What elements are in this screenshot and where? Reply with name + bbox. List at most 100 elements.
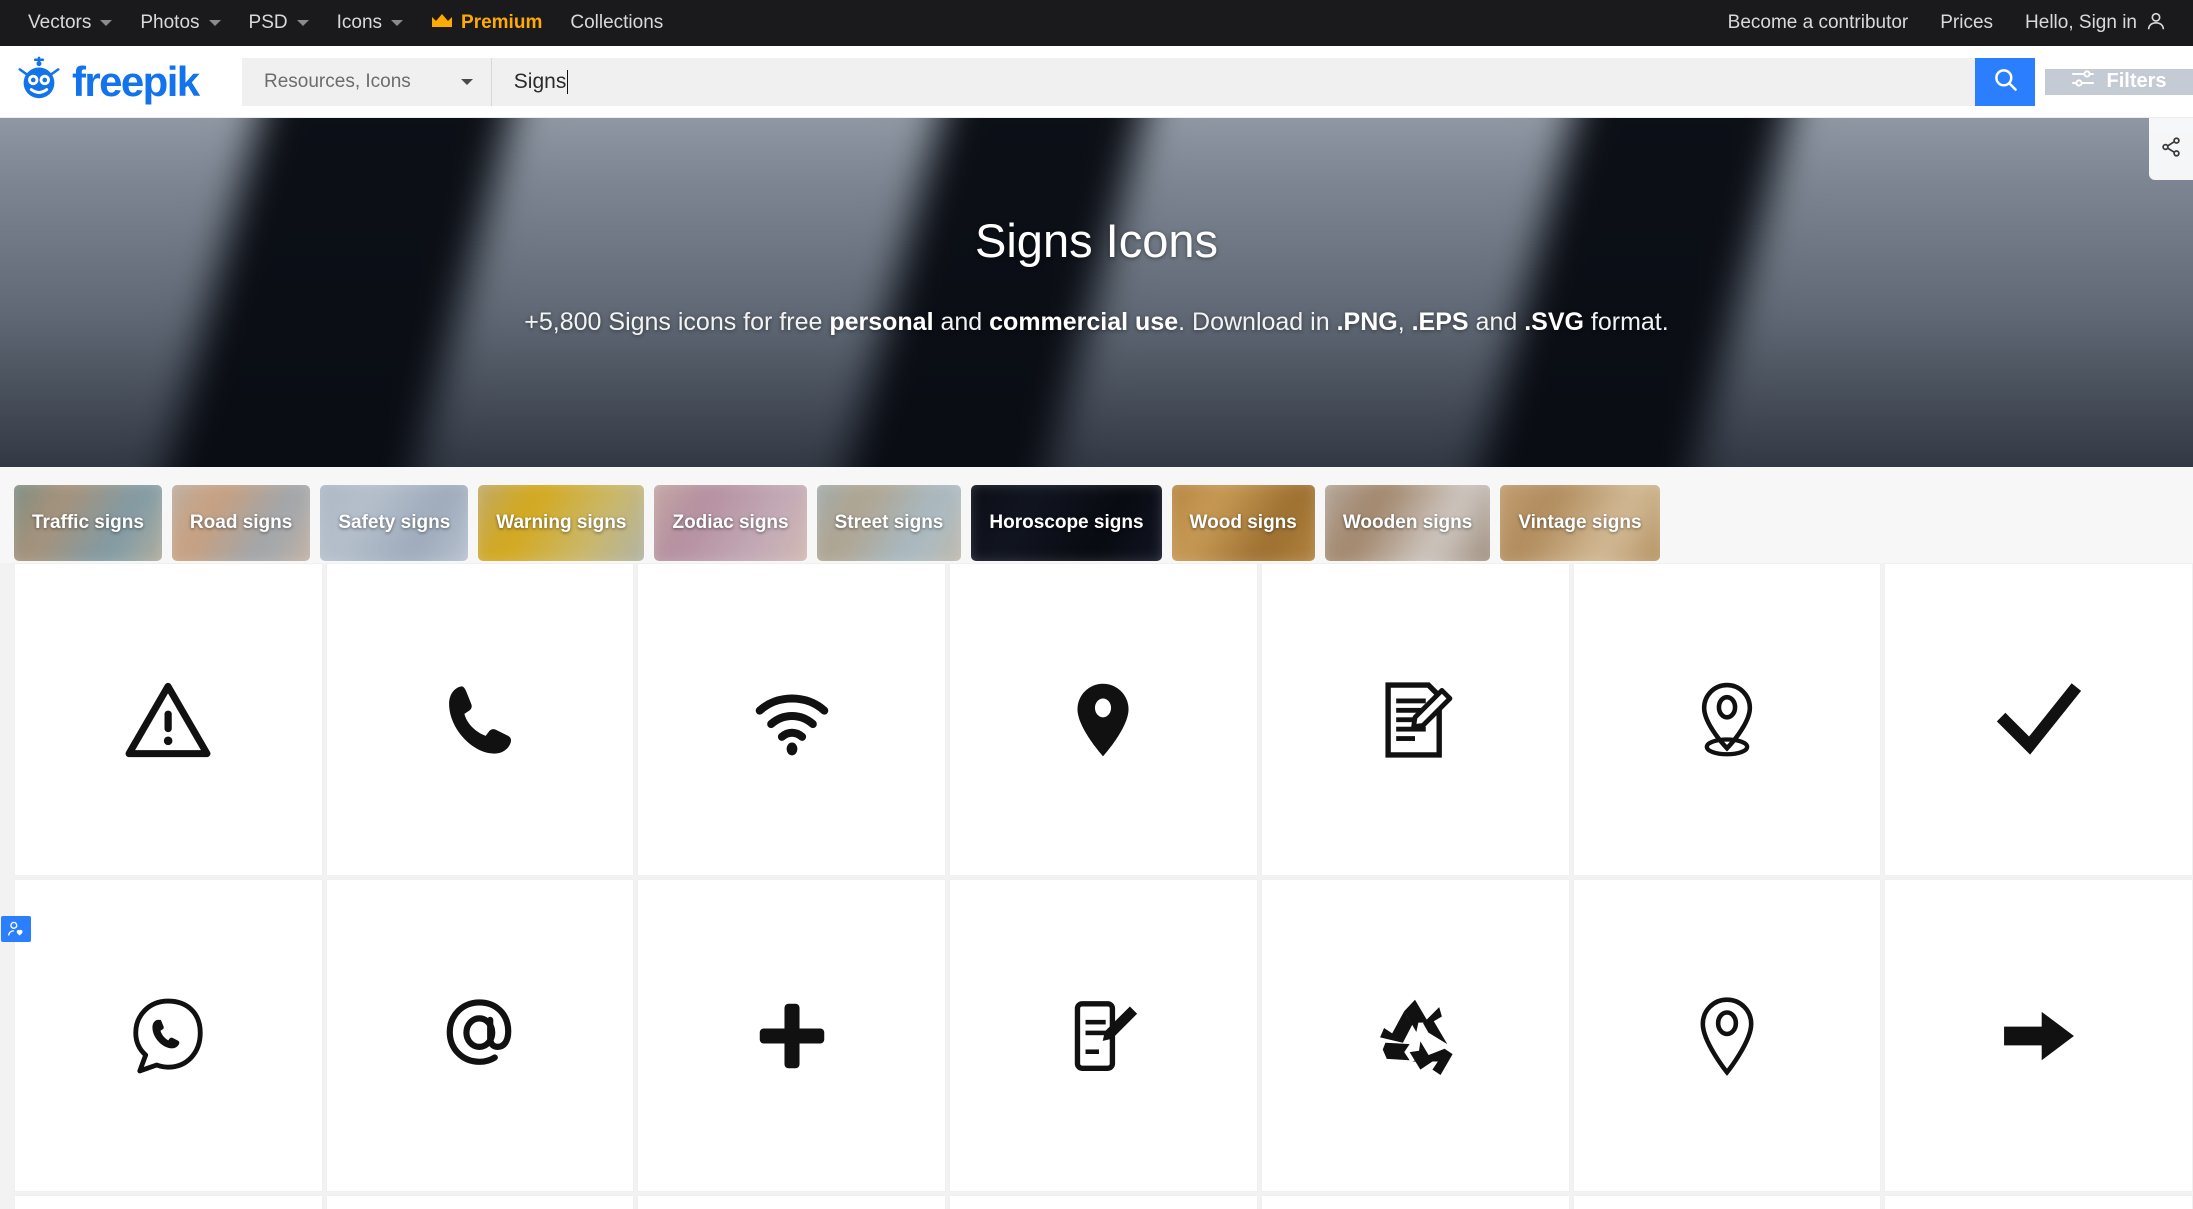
icon-card[interactable]	[1260, 563, 1570, 876]
chevron-down-icon	[460, 78, 473, 85]
sliders-icon	[2071, 69, 2095, 95]
category-chip-vintage-signs[interactable]: Vintage signs	[1500, 485, 1660, 561]
document-pen-icon	[1060, 993, 1146, 1079]
hero-subtitle-part: +5,800 Signs icons for free	[524, 308, 830, 336]
icon-card[interactable]	[949, 563, 1258, 876]
icon-card[interactable]	[949, 1195, 1258, 1209]
search-button[interactable]	[1975, 57, 2035, 106]
become-a-contributor-link[interactable]: Become a contributor	[1712, 12, 1925, 34]
category-chip-wood-signs[interactable]: Wood signs	[1171, 485, 1315, 561]
chip-label: Zodiac signs	[672, 512, 789, 533]
hero-subtitle-part: ,	[1397, 308, 1412, 336]
icon-card[interactable]	[325, 879, 635, 1192]
share-icon	[2160, 136, 2182, 163]
hero-subtitle-part: .SVG	[1524, 308, 1584, 336]
icon-card[interactable]	[949, 879, 1258, 1192]
filters-label: Filters	[2106, 70, 2167, 92]
chevron-down-icon	[296, 20, 309, 26]
nav-item-label: Icons	[336, 12, 383, 33]
nav-item-icons[interactable]: Icons	[323, 0, 417, 46]
phone-handset-icon	[437, 677, 523, 763]
search-input[interactable]: Signs	[491, 57, 1975, 106]
hero-subtitle-part: and	[1468, 308, 1525, 336]
nav-item-label: Premium	[461, 12, 543, 33]
sign-in-label: Hello, Sign in	[2025, 12, 2137, 33]
icon-card[interactable]	[1260, 1195, 1570, 1209]
icon-card[interactable]	[1572, 563, 1882, 876]
map-pin-outline-base-icon	[1684, 677, 1770, 763]
icon-card[interactable]	[637, 563, 947, 876]
user-icon	[2145, 10, 2167, 37]
icon-card[interactable]	[1884, 1195, 2193, 1209]
chevron-down-icon	[208, 20, 221, 26]
prices-link[interactable]: Prices	[1924, 12, 2009, 34]
nav-item-label: PSD	[248, 12, 288, 33]
text-cursor	[567, 69, 569, 94]
sign-in-button[interactable]: Hello, Sign in	[2009, 10, 2167, 37]
nav-item-vectors[interactable]: Vectors	[14, 0, 126, 46]
nav-item-premium[interactable]: Premium	[417, 0, 556, 46]
search-category-value: Resources, Icons	[264, 70, 411, 92]
chip-label: Horoscope signs	[989, 512, 1144, 533]
search-input-value: Signs	[513, 69, 567, 93]
hero-subtitle-part: format.	[1583, 308, 1669, 336]
chip-label: Wood signs	[1189, 512, 1297, 533]
nav-item-collections[interactable]: Collections	[556, 0, 677, 46]
nav-item-label: Photos	[140, 12, 200, 33]
search-category-dropdown[interactable]: Resources, Icons	[242, 57, 492, 106]
map-pin-filled-icon	[1060, 677, 1146, 763]
chevron-down-icon	[100, 20, 113, 26]
icon-card[interactable]	[325, 1195, 635, 1209]
chip-label: Traffic signs	[32, 512, 144, 533]
chip-label: Vintage signs	[1518, 512, 1642, 533]
chip-label: Safety signs	[338, 512, 451, 533]
category-chip-road-signs[interactable]: Road signs	[171, 485, 311, 561]
hero-subtitle-part: . Download in	[1178, 308, 1337, 336]
hero-subtitle-part: .PNG	[1336, 308, 1398, 336]
category-chip-traffic-signs[interactable]: Traffic signs	[14, 485, 162, 561]
category-chip-horoscope-signs[interactable]: Horoscope signs	[971, 485, 1162, 561]
freepik-logo-text: freepik	[72, 57, 200, 105]
filters-button[interactable]: Filters	[2045, 68, 2193, 95]
map-pin-outline-icon	[1684, 993, 1770, 1079]
chip-label: Street signs	[834, 512, 944, 533]
author-follow-icon[interactable]	[1, 916, 31, 942]
category-chip-zodiac-signs[interactable]: Zodiac signs	[654, 485, 807, 561]
icon-card[interactable]	[1884, 879, 2193, 1192]
nav-item-psd[interactable]: PSD	[235, 0, 323, 46]
hero-content: Signs Icons +5,800 Signs icons for free …	[0, 118, 2193, 467]
crown-icon	[431, 13, 453, 33]
icon-card[interactable]	[637, 879, 947, 1192]
icon-card[interactable]	[325, 563, 635, 876]
signed-document-icon	[1372, 677, 1458, 763]
category-chip-wooden-signs[interactable]: Wooden signs	[1324, 485, 1491, 561]
top-navigation-bar: Vectors Photos PSD Icons Premium Collect…	[0, 0, 2193, 46]
plus-icon	[749, 993, 835, 1079]
freepik-logo[interactable]: freepik	[14, 54, 226, 109]
nav-item-photos[interactable]: Photos	[126, 0, 234, 46]
icon-card[interactable]	[1, 879, 323, 1192]
chip-label: Wooden signs	[1342, 512, 1473, 533]
search-form: Resources, Icons Signs	[242, 57, 2035, 106]
icon-card[interactable]	[1572, 1195, 1882, 1209]
icon-card[interactable]	[637, 1195, 947, 1209]
recycle-icon	[1372, 993, 1458, 1079]
check-mark-icon	[1996, 677, 2082, 763]
top-nav-left-group: Vectors Photos PSD Icons Premium Collect…	[14, 0, 677, 46]
search-bar: freepik Resources, Icons Signs Filters	[0, 46, 2193, 118]
top-nav-right-group: Become a contributor Prices Hello, Sign …	[1712, 10, 2167, 37]
category-chip-warning-signs[interactable]: Warning signs	[478, 485, 645, 561]
freepik-robot-icon	[14, 54, 64, 109]
icon-card[interactable]	[1572, 879, 1882, 1192]
icon-card[interactable]	[14, 1195, 323, 1209]
share-button[interactable]	[2149, 118, 2193, 180]
icon-card[interactable]	[1260, 879, 1570, 1192]
icon-card[interactable]	[14, 563, 323, 876]
search-icon	[1992, 66, 2019, 98]
icon-card[interactable]	[1884, 563, 2193, 876]
category-chip-safety-signs[interactable]: Safety signs	[320, 485, 469, 561]
category-chip-street-signs[interactable]: Street signs	[816, 485, 962, 561]
chevron-down-icon	[391, 20, 404, 26]
whatsapp-icon	[125, 993, 211, 1079]
hero-subtitle: +5,800 Signs icons for free personal and…	[524, 308, 1668, 337]
